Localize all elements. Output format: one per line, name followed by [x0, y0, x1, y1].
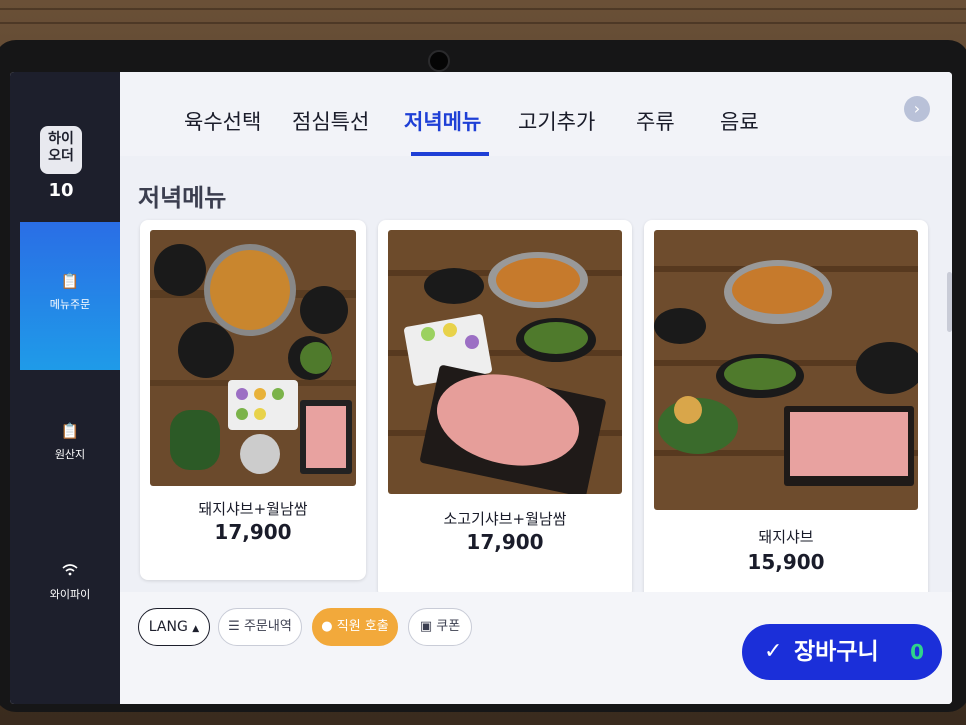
- sidebar-item-wifi[interactable]: 와이파이: [20, 562, 120, 602]
- tab-drinks[interactable]: 음료: [720, 106, 759, 136]
- call-staff-button[interactable]: ● 직원 호출: [312, 608, 398, 646]
- language-label: LANG: [148, 619, 188, 635]
- front-camera: [428, 50, 450, 72]
- tab-dinner-menu[interactable]: 저녁메뉴: [404, 106, 481, 136]
- active-tab-indicator: [411, 152, 489, 156]
- cart-label: 장바구니: [794, 639, 879, 665]
- scrollbar[interactable]: [947, 272, 952, 332]
- menu-item-price: 17,900: [466, 530, 544, 554]
- section-title: 저녁메뉴: [138, 184, 227, 212]
- menu-card[interactable]: 돼지샤브 15,900: [644, 220, 928, 616]
- caret-up-icon: ▲: [192, 624, 200, 634]
- sidebar-item-origin[interactable]: 📋 원산지: [20, 422, 120, 462]
- table-number: 10: [48, 180, 74, 201]
- menu-card[interactable]: 소고기샤브+월남쌈 17,900: [378, 220, 632, 598]
- menu-item-name: 돼지샤브: [758, 528, 814, 546]
- language-button[interactable]: LANG ▲: [138, 608, 210, 646]
- menu-photo: [388, 230, 622, 494]
- list-icon: ☰: [228, 619, 240, 634]
- cart-count: 0: [910, 640, 924, 664]
- menu-item-name: 돼지샤브+월남쌈: [198, 500, 308, 518]
- check-icon: ✓: [764, 639, 783, 664]
- order-history-label: 주문내역: [243, 619, 292, 634]
- sidebar: 하이 오더 10 📋 메뉴주문 📋 원산지 와이파이: [10, 72, 120, 704]
- tab-broth[interactable]: 육수선택: [184, 106, 261, 136]
- main-panel: 육수선택 점심특선 저녁메뉴 고기추가 주류 음료 › 저녁메뉴 돼지샤브+월남…: [120, 72, 952, 704]
- sidebar-item-label: 메뉴주문: [49, 298, 91, 311]
- wifi-icon: [20, 562, 120, 580]
- menu-photo: [150, 230, 356, 486]
- menu-item-name: 소고기샤브+월남쌈: [443, 510, 567, 528]
- chevron-right-icon[interactable]: ›: [904, 96, 930, 122]
- tab-alcohol[interactable]: 주류: [636, 106, 675, 136]
- coupon-label: 쿠폰: [436, 619, 461, 634]
- bottom-bar: LANG ▲ ☰ 주문내역 ● 직원 호출 ▣ 쿠폰 ✓ 장바구니 0: [120, 592, 952, 704]
- category-tabs: 육수선택 점심특선 저녁메뉴 고기추가 주류 음료 ›: [120, 72, 952, 156]
- cart-button[interactable]: ✓ 장바구니 0: [742, 624, 942, 680]
- menu-item-price: 15,900: [747, 550, 825, 574]
- sidebar-item-label: 와이파이: [49, 588, 91, 601]
- coupon-icon: ▣: [419, 619, 433, 634]
- tab-extra-meat[interactable]: 고기추가: [518, 106, 595, 136]
- person-icon: ●: [321, 619, 333, 634]
- clipboard-check-icon: 📋: [60, 422, 80, 440]
- menu-photo: [654, 230, 918, 510]
- clipboard-icon: 📋: [60, 272, 80, 290]
- sidebar-item-label: 원산지: [54, 448, 86, 461]
- coupon-button[interactable]: ▣ 쿠폰: [408, 608, 472, 646]
- tablet-screen: 하이 오더 10 📋 메뉴주문 📋 원산지 와이파이 육수선택 점심특선 저녁메뉴…: [10, 72, 952, 704]
- brand-logo: 하이 오더: [40, 126, 82, 174]
- order-history-button[interactable]: ☰ 주문내역: [218, 608, 302, 646]
- call-staff-label: 직원 호출: [336, 619, 389, 634]
- tab-lunch-special[interactable]: 점심특선: [292, 106, 369, 136]
- menu-card[interactable]: 돼지샤브+월남쌈 17,900: [140, 220, 366, 580]
- sidebar-item-menu-order[interactable]: 📋 메뉴주문: [20, 222, 120, 370]
- menu-item-price: 17,900: [214, 520, 292, 544]
